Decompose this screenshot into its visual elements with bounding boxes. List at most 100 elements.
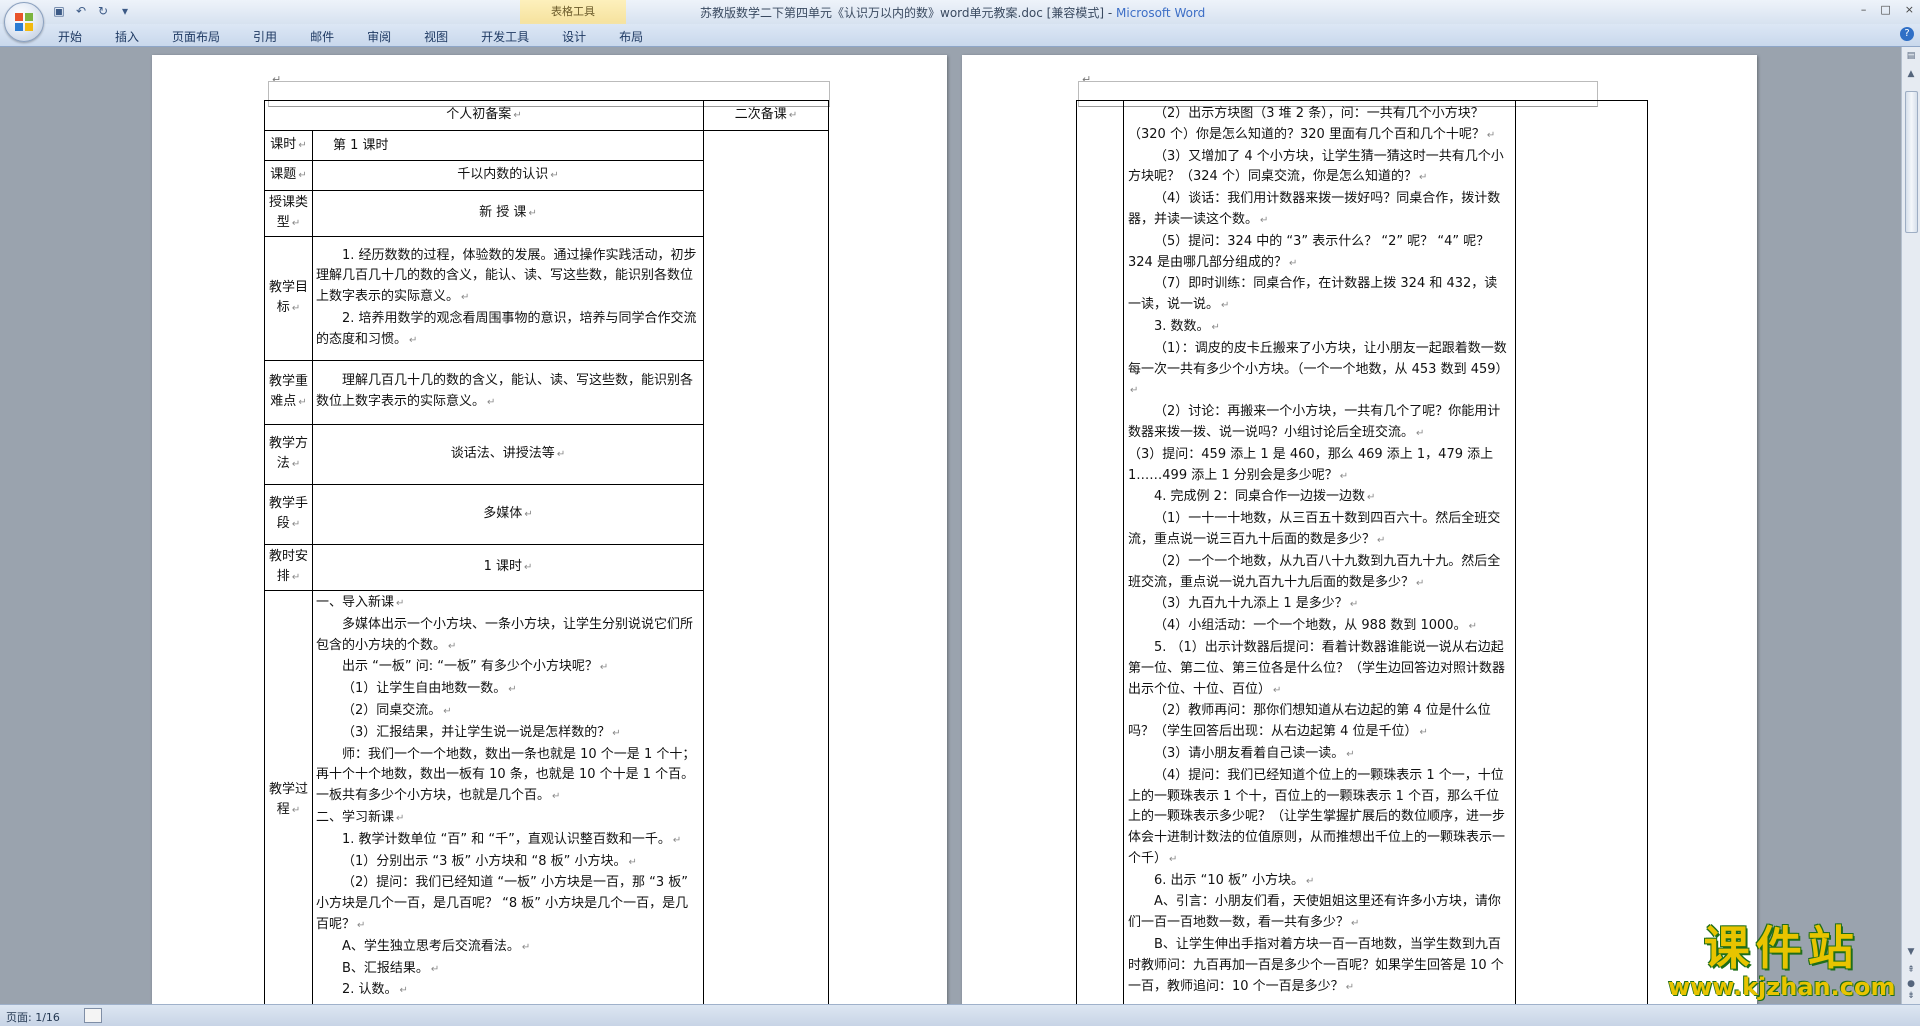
process-paragraph: （3）汇报结果，并让学生说一说是怎样数的？ ↵	[342, 724, 621, 740]
label-column	[1076, 100, 1124, 1004]
process-paragraph: （3）九百九十九添上 1 是多少？ ↵	[1154, 596, 1359, 612]
process-paragraph: （4）小组活动：一个一个地数，从 988 数到 1000。 ↵	[1154, 618, 1477, 634]
paragraph-mark: ↵	[1288, 257, 1298, 269]
process-paragraph: （1）分别出示 “3 板” 小方块和 “8 板” 小方块。 ↵	[342, 853, 637, 869]
header-second-plan[interactable]: 二次备课 ↵	[703, 100, 829, 131]
process-continued-cell[interactable]: （2）出示方块图（3 堆 2 条），问：一共有几个小方块？（320 个）你是怎么…	[1128, 104, 1510, 998]
page-count[interactable]: 页面: 1/16	[6, 1009, 60, 1025]
maximize-button[interactable]: □	[1880, 3, 1890, 16]
label-process[interactable]: 教学过程 ↵	[264, 590, 313, 1004]
window-controls: – □ ×	[1861, 3, 1914, 16]
tab-table-layout[interactable]: 布局	[619, 28, 643, 45]
paragraph-mark: ↵	[1419, 727, 1428, 739]
cell-class-hour[interactable]: 第 1 课时	[312, 130, 704, 161]
paragraph-mark: ↵	[612, 727, 621, 739]
paragraph-mark: ↵	[396, 812, 405, 824]
tab-table-design[interactable]: 设计	[562, 28, 586, 45]
label-class-hour[interactable]: 课时 ↵	[264, 130, 313, 161]
paragraph-mark: ↵	[1221, 300, 1230, 312]
minimize-button[interactable]: –	[1861, 3, 1867, 16]
paragraph-mark: ↵	[628, 856, 637, 868]
cell-lesson-type[interactable]: 新 授 课 ↵	[312, 190, 704, 237]
tab-home[interactable]: 开始	[58, 28, 82, 45]
label-objectives[interactable]: 教学目标 ↵	[264, 236, 313, 361]
cell-key-points[interactable]: 理解几百几十几的数的含义，能认、读、写这些数，能识别各数位上数字表示的实际意义。…	[312, 360, 704, 425]
label-schedule[interactable]: 教时安排 ↵	[264, 544, 313, 591]
vertical-scrollbar[interactable]: ▤ ▲ ▼ ⇞ ● ⇟	[1901, 47, 1920, 1004]
process-paragraph: （2）同桌交流。 ↵	[342, 702, 452, 718]
document-title: 苏教版数学二下第四单元《认识万以内的数》word单元教案.doc [兼容模式] …	[700, 6, 1117, 20]
label-lesson-type[interactable]: 授课类型 ↵	[264, 190, 313, 237]
help-icon[interactable]: ?	[1900, 27, 1914, 41]
paragraph-mark: ↵	[672, 834, 682, 846]
cell-objectives[interactable]: 1. 经历数数的过程，体验数的发展。通过操作实践活动，初步理解几百几十几的数的含…	[312, 236, 704, 361]
process-paragraph: （2）出示方块图（3 堆 2 条），问：一共有几个小方块？（320 个）你是怎么…	[1128, 106, 1496, 142]
paragraph-mark: ↵	[1169, 853, 1178, 865]
process-paragraph: 1. 教学计数单位 “百” 和 “千”，直观认识整百数和一千。 ↵	[342, 831, 682, 847]
cell-topic[interactable]: 千以内数的认识 ↵	[312, 160, 704, 191]
process-paragraph: 2. 认数。 ↵	[342, 982, 408, 998]
tab-developer[interactable]: 开发工具	[481, 28, 529, 45]
paragraph-mark: ↵	[788, 110, 798, 121]
paragraph-mark: ↵	[298, 140, 307, 151]
paragraph-mark: ↵	[487, 397, 496, 408]
label-topic[interactable]: 课题 ↵	[264, 160, 313, 191]
tab-page-layout[interactable]: 页面布局	[172, 28, 220, 45]
paragraph-mark: ↵	[1377, 534, 1386, 546]
paragraph-mark: ↵	[448, 640, 457, 652]
close-button[interactable]: ×	[1905, 3, 1914, 16]
next-page-icon[interactable]: ⇟	[1905, 991, 1917, 1003]
paragraph-mark: ↵	[513, 110, 522, 121]
office-button[interactable]	[4, 2, 44, 42]
cell-process[interactable]: 一、导入新课 ↵ 多媒体出示一个小方块、一条小方块，让学生分别说说它们所包含的小方…	[312, 590, 704, 1004]
tab-review[interactable]: 审阅	[367, 28, 391, 45]
process-paragraph: B、让学生伸出手指对着方块一百一百地数，当学生数到九百时教师问：九百再加一百是多…	[1128, 937, 1504, 994]
paragraph-mark: ↵	[1130, 385, 1139, 397]
label-means-text: 教学手段 ↵	[268, 496, 308, 531]
customize-qat-icon[interactable]: ▾	[116, 3, 134, 19]
cell-method[interactable]: 谈话法、讲授法等 ↵	[312, 424, 704, 485]
paragraph-mark: ↵	[291, 572, 301, 583]
ruler-toggle-icon[interactable]: ▤	[1905, 51, 1917, 63]
previous-page-icon[interactable]: ⇞	[1905, 965, 1917, 977]
paragraph-mark: ↵	[1366, 492, 1376, 504]
browse-object-icon[interactable]: ●	[1905, 979, 1917, 991]
save-icon[interactable]: ▣	[50, 3, 68, 19]
label-process-text: 教学过程 ↵	[268, 782, 308, 817]
label-method-text: 教学方法 ↵	[268, 436, 308, 471]
label-method[interactable]: 教学方法 ↵	[264, 424, 313, 485]
paragraph-mark: ↵	[1351, 918, 1360, 930]
process-paragraph: （5）提问：324 中的 “3” 表示什么？ “2” 呢？ “4” 呢？324 …	[1128, 233, 1490, 270]
paragraph-mark: ↵	[1468, 621, 1477, 633]
tab-mailings[interactable]: 邮件	[310, 28, 334, 45]
tab-insert[interactable]: 插入	[115, 28, 139, 45]
paragraph-mark: ↵	[599, 662, 609, 674]
site-watermark: 课件站 www.kjzhan.com	[1668, 922, 1895, 1000]
process-paragraph: 多媒体出示一个小方块、一条小方块，让学生分别说说它们所包含的小方块的个数。 ↵	[316, 616, 694, 653]
paragraph-mark: ↵	[291, 519, 301, 530]
process-paragraph: （2）教师再问：那你们想知道从右边起的第 4 位是什么位吗？（学生回答后出现：从…	[1128, 703, 1491, 740]
process-paragraph: A、引言：小朋友们看，天使姐姐这里还有许多小方块，请你们一百一百地数一数，看一共…	[1128, 894, 1501, 931]
label-objectives-text: 教学目标 ↵	[268, 280, 308, 315]
second-plan-column[interactable]	[703, 130, 829, 1004]
second-plan-column[interactable]	[1515, 100, 1648, 1004]
watermark-url: www.kjzhan.com	[1668, 973, 1896, 1001]
label-key-points[interactable]: 教学重难点 ↵	[264, 360, 313, 425]
tab-references[interactable]: 引用	[253, 28, 277, 45]
scrollbar-thumb[interactable]	[1905, 91, 1918, 233]
undo-icon[interactable]: ↶	[72, 3, 90, 19]
paragraph-mark: ↵	[291, 303, 301, 314]
header-personal-plan[interactable]: 个人初备案 ↵	[264, 100, 704, 131]
cell-schedule[interactable]: 1 课时 ↵	[312, 544, 704, 591]
paragraph-mark: ↵	[1273, 684, 1282, 696]
scroll-down-arrow-icon[interactable]: ▼	[1905, 947, 1917, 959]
proofing-icon[interactable]	[84, 1008, 102, 1023]
process-paragraph: （2）讨论：再搬来一个小方块，一共有几个了呢？你能用计数器来拨一拨、说一说吗？小…	[1128, 404, 1501, 440]
title-bar: ▣ ↶ ↻ ▾ 表格工具 苏教版数学二下第四单元《认识万以内的数》word单元教…	[0, 0, 1920, 44]
redo-icon[interactable]: ↻	[94, 3, 112, 19]
label-means[interactable]: 教学手段 ↵	[264, 484, 313, 545]
label-key-points-text: 教学重难点 ↵	[268, 374, 308, 409]
tab-view[interactable]: 视图	[424, 28, 448, 45]
cell-means[interactable]: 多媒体 ↵	[312, 484, 704, 545]
scroll-up-arrow-icon[interactable]: ▲	[1905, 69, 1917, 81]
